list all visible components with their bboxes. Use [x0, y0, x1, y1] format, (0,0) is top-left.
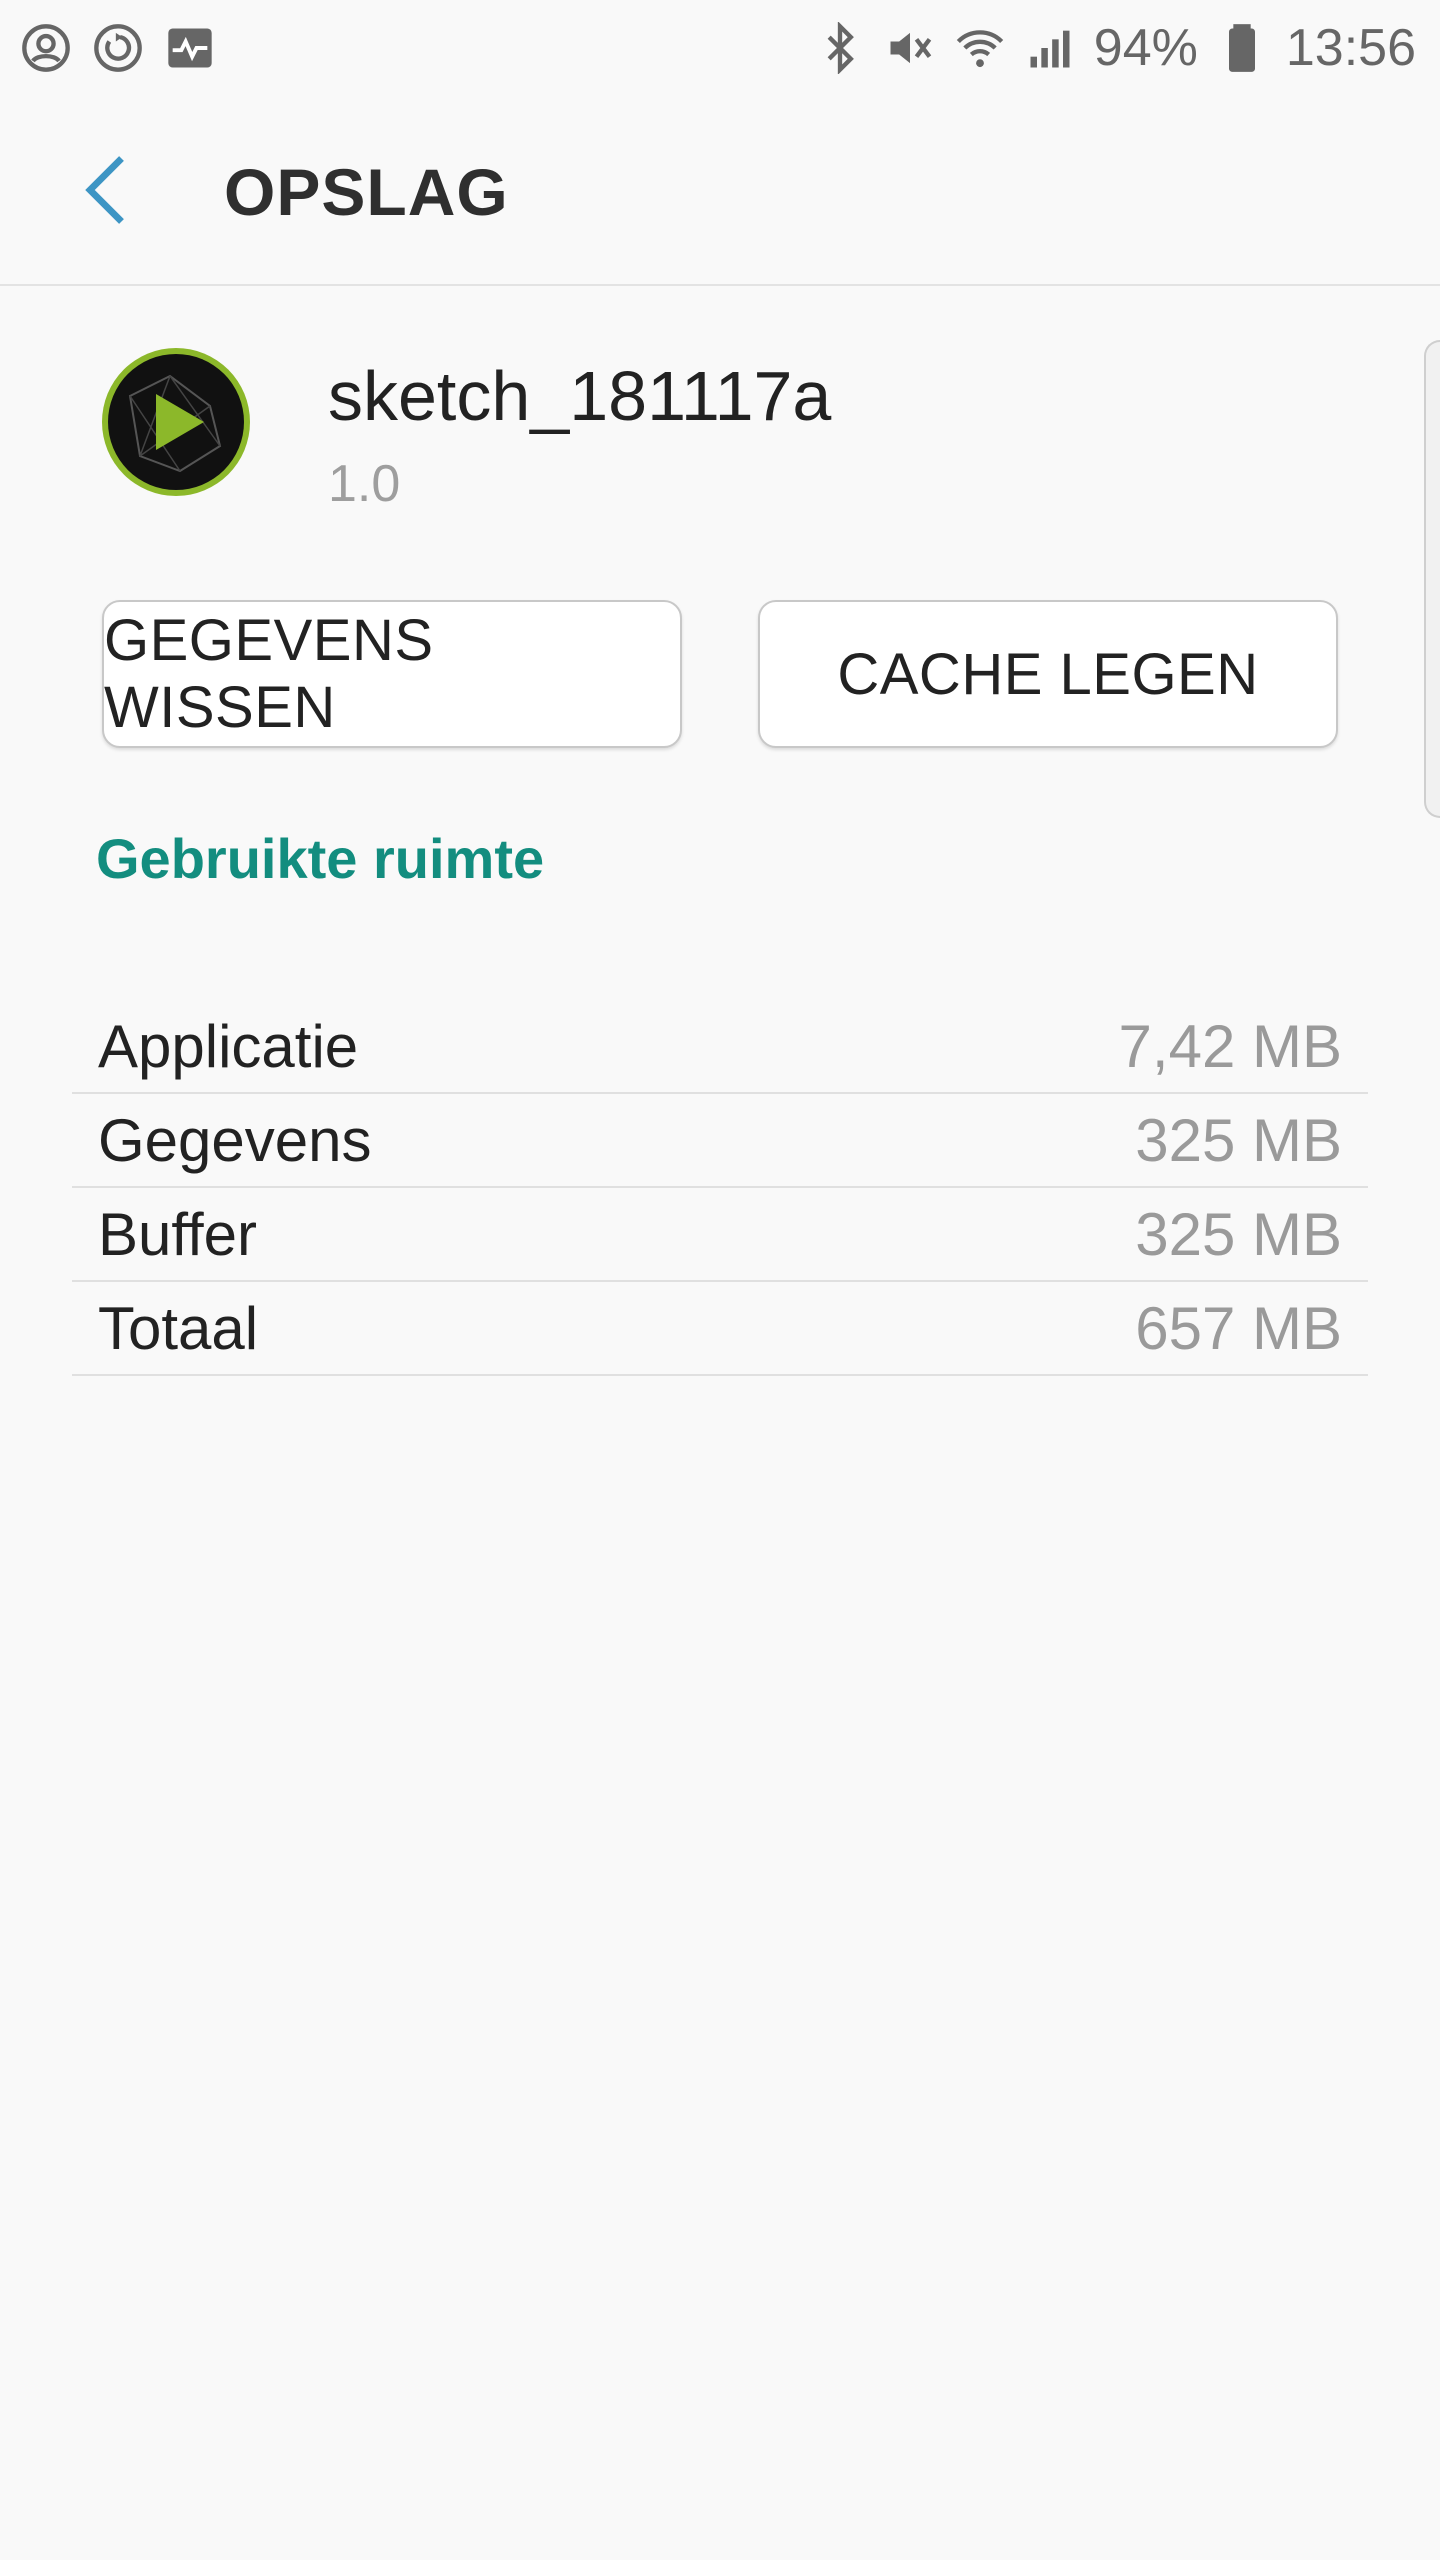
storage-list: Applicatie 7,42 MB Gegevens 325 MB Buffe…: [72, 1000, 1368, 1376]
battery-percent: 94%: [1093, 19, 1198, 77]
edge-panel-handle[interactable]: [1424, 340, 1440, 818]
storage-label: Totaal: [98, 1294, 259, 1362]
chevron-left-icon: [85, 156, 124, 224]
status-left-icons: [20, 22, 216, 74]
clear-cache-button[interactable]: CACHE LEGEN: [758, 600, 1338, 748]
storage-label: Gegevens: [98, 1106, 372, 1174]
app-version: 1.0: [328, 455, 401, 513]
battery-icon: [1216, 22, 1268, 74]
storage-row-buffer: Buffer 325 MB: [72, 1188, 1368, 1282]
app-play-icon: [100, 346, 252, 498]
storage-label: Applicatie: [98, 1012, 359, 1080]
account-circle-icon: [20, 22, 72, 74]
storage-row-data: Gegevens 325 MB: [72, 1094, 1368, 1188]
page-title: OPSLAG: [224, 155, 509, 229]
storage-row-application: Applicatie 7,42 MB: [72, 1000, 1368, 1094]
section-header-used-space: Gebruikte ruimte: [96, 827, 545, 890]
status-time: 13:56: [1285, 19, 1416, 77]
storage-label: Buffer: [98, 1200, 257, 1268]
app-name: sketch_181117a: [328, 357, 832, 435]
storage-value: 7,42 MB: [1118, 1012, 1342, 1080]
clear-data-button[interactable]: GEGEVENS WISSEN: [102, 600, 682, 748]
activity-monitor-icon: [164, 22, 216, 74]
status-right-icons: 94% 13:56: [814, 18, 1416, 78]
bluetooth-icon: [814, 22, 866, 74]
storage-value: 325 MB: [1135, 1200, 1342, 1268]
storage-value: 657 MB: [1135, 1294, 1342, 1362]
storage-row-total: Totaal 657 MB: [72, 1282, 1368, 1376]
app-bar: OPSLAG: [0, 96, 1440, 286]
signal-icon: [1024, 22, 1076, 74]
wifi-icon: [954, 22, 1006, 74]
vibrate-mute-icon: [884, 22, 936, 74]
back-button[interactable]: [72, 154, 144, 226]
storage-value: 325 MB: [1135, 1106, 1342, 1174]
sync-icon: [92, 22, 144, 74]
status-bar: 94% 13:56: [0, 0, 1440, 96]
